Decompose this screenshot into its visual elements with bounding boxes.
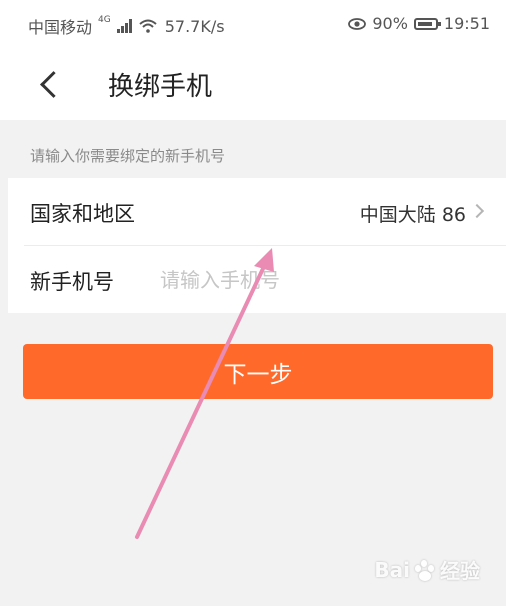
chevron-left-icon <box>39 70 67 98</box>
carrier-name: 中国移动 <box>28 18 93 37</box>
eye-icon <box>348 17 367 30</box>
region-row[interactable]: 国家和地区 中国大陆 86 <box>8 178 506 246</box>
page-title: 换绑手机 <box>108 72 213 102</box>
chevron-right-icon <box>469 203 485 219</box>
network-type-badge: 4G <box>98 15 111 25</box>
region-label: 国家和地区 <box>30 202 135 226</box>
back-button[interactable] <box>28 62 72 106</box>
next-step-button[interactable]: 下一步 <box>23 344 493 399</box>
form-hint: 请输入你需要绑定的新手机号 <box>30 147 226 165</box>
phone-number-input[interactable] <box>158 260 482 300</box>
form-card: 国家和地区 中国大陆 86 新手机号 <box>8 178 506 313</box>
watermark-brand-right: 经验 <box>440 559 480 583</box>
phone-row: 新手机号 <box>8 246 506 313</box>
network-speed: 57.7K/s <box>164 16 225 36</box>
clock-time: 19:51 <box>443 14 490 33</box>
region-value: 中国大陆 86 <box>359 204 466 226</box>
phone-label: 新手机号 <box>30 270 114 294</box>
battery-icon <box>413 17 441 30</box>
watermark-brand-left: Bai <box>374 557 410 582</box>
nav-bar: 换绑手机 <box>0 50 506 120</box>
carrier-info: 中国移动 4G 57.7K/s <box>28 14 231 38</box>
signal-icon <box>116 19 133 33</box>
paw-icon <box>412 557 438 583</box>
battery-percent: 90% <box>372 14 408 33</box>
baidu-watermark: Bai 经验 <box>374 555 480 584</box>
wifi-icon <box>139 19 157 33</box>
status-bar: 中国移动 4G 57.7K/s 90% 19:51 <box>0 0 506 50</box>
status-right: 90% 19:51 <box>348 14 490 33</box>
